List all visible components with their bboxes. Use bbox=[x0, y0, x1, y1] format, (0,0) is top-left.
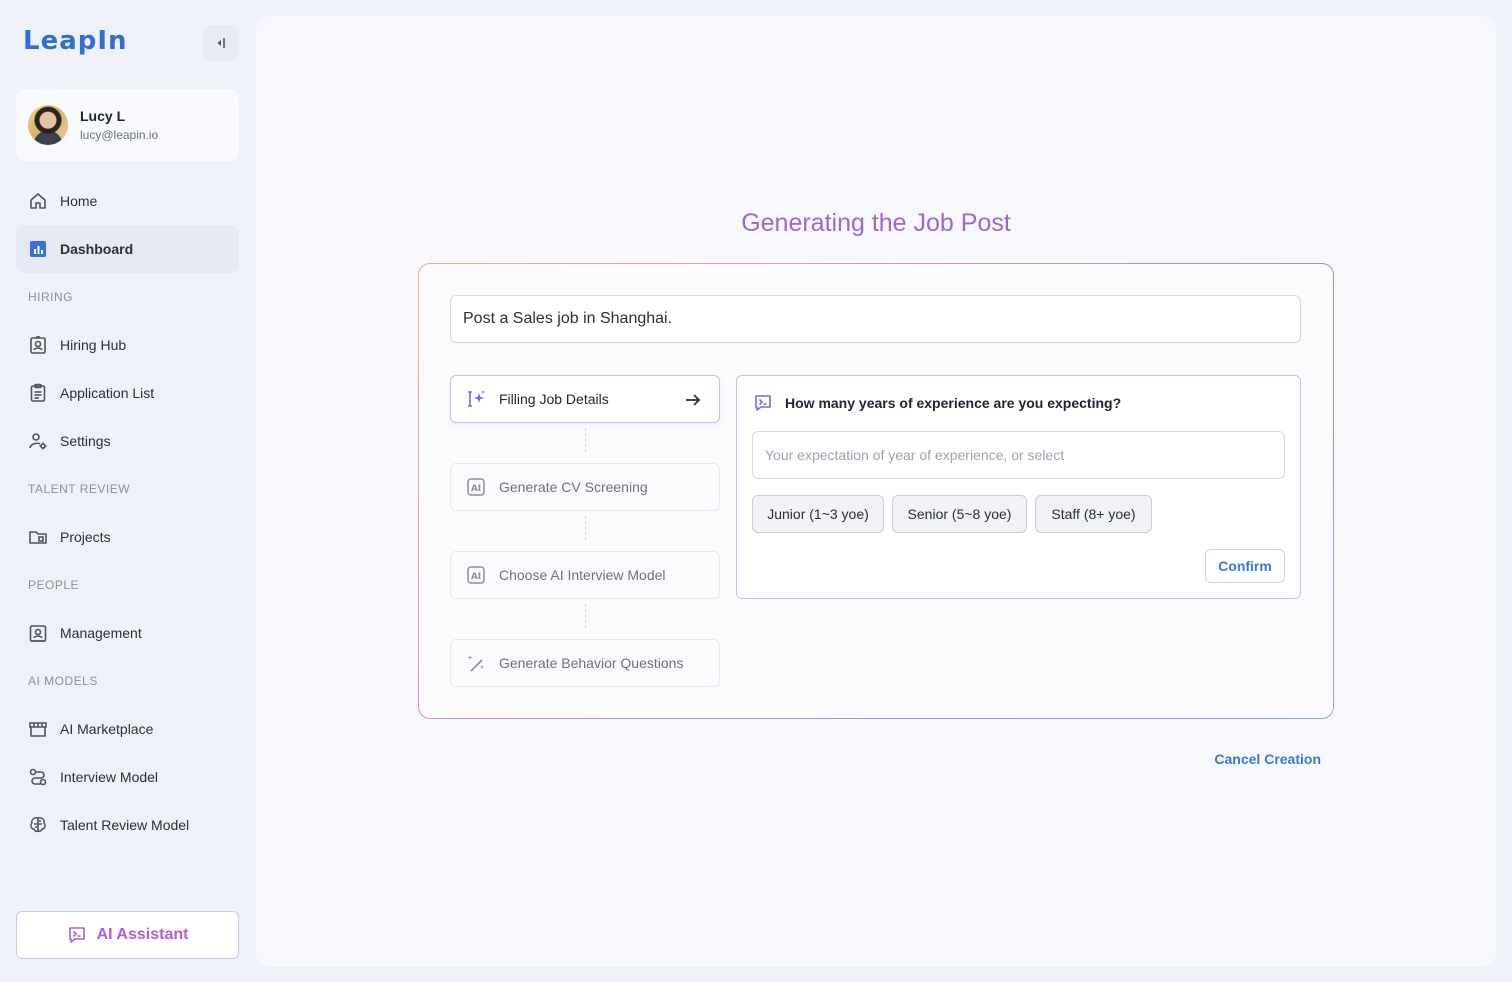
section-label-people: PEOPLE bbox=[28, 578, 80, 592]
clipboard-list-icon bbox=[28, 383, 48, 403]
step-generate-behavior-questions[interactable]: Generate Behavior Questions bbox=[450, 639, 720, 687]
section-label-ai-models: AI MODELS bbox=[28, 674, 98, 688]
nav-item-application-list[interactable]: Application List bbox=[16, 369, 239, 417]
avatar bbox=[28, 105, 68, 145]
nav-label-home: Home bbox=[60, 193, 98, 209]
user-profile-card[interactable]: Lucy L lucy@leapin.io bbox=[16, 89, 239, 161]
nav-item-dashboard[interactable]: Dashboard bbox=[16, 225, 239, 273]
nav-label-interview-model: Interview Model bbox=[60, 769, 159, 785]
step-connector bbox=[585, 428, 586, 452]
user-name: Lucy L bbox=[80, 108, 126, 124]
store-icon bbox=[28, 719, 48, 739]
page-title: Generating the Job Post bbox=[741, 209, 1011, 237]
nav-label-hiring-hub: Hiring Hub bbox=[60, 337, 127, 353]
experience-input[interactable]: Your expectation of year of experience, … bbox=[752, 431, 1285, 479]
step-generate-cv-screening[interactable]: AI Generate CV Screening bbox=[450, 463, 720, 511]
brain-icon bbox=[28, 815, 48, 835]
step-label: Generate Behavior Questions bbox=[499, 655, 684, 671]
user-settings-icon bbox=[28, 431, 48, 451]
option-staff-chip[interactable]: Staff (8+ yoe) bbox=[1035, 495, 1152, 533]
ai-badge-icon: AI bbox=[465, 476, 487, 498]
option-junior-chip[interactable]: Junior (1~3 yoe) bbox=[752, 495, 884, 533]
nav-label-talent-review-model: Talent Review Model bbox=[60, 817, 190, 833]
ai-assistant-button[interactable]: AI Assistant bbox=[16, 911, 239, 959]
main-content: Generating the Job Post Post a Sales job… bbox=[256, 16, 1496, 967]
chat-bot-icon bbox=[67, 925, 87, 945]
nav-item-interview-model[interactable]: Interview Model bbox=[16, 753, 239, 801]
question-text: How many years of experience are you exp… bbox=[785, 395, 1122, 411]
nav-label-settings: Settings bbox=[60, 433, 111, 449]
ai-assistant-label: AI Assistant bbox=[96, 926, 189, 943]
nav-item-management[interactable]: Management bbox=[16, 609, 239, 657]
question-panel: How many years of experience are you exp… bbox=[736, 375, 1301, 599]
step-label: Filling Job Details bbox=[499, 391, 609, 407]
magic-wand-icon bbox=[465, 652, 487, 674]
cancel-creation-link[interactable]: Cancel Creation bbox=[1211, 751, 1321, 767]
arrow-right-icon bbox=[686, 394, 701, 406]
nav-item-ai-marketplace[interactable]: AI Marketplace bbox=[16, 705, 239, 753]
question-header: How many years of experience are you exp… bbox=[753, 393, 1121, 413]
step-connector bbox=[585, 516, 586, 540]
svg-text:AI: AI bbox=[471, 484, 481, 494]
sidebar: LeapIn Lucy L lucy@leapin.io Home Dashbo… bbox=[0, 0, 256, 982]
route-icon bbox=[28, 767, 48, 787]
nav-label-management: Management bbox=[60, 625, 142, 641]
step-label: Generate CV Screening bbox=[499, 479, 648, 495]
step-label: Choose AI Interview Model bbox=[499, 567, 666, 583]
section-label-hiring: HIRING bbox=[28, 290, 73, 304]
nav-item-settings[interactable]: Settings bbox=[16, 417, 239, 465]
nav-label-projects: Projects bbox=[60, 529, 111, 545]
nav-label-dashboard: Dashboard bbox=[60, 241, 134, 257]
confirm-button[interactable]: Confirm bbox=[1205, 549, 1285, 583]
person-card-icon bbox=[28, 623, 48, 643]
nav-item-talent-review-model[interactable]: Talent Review Model bbox=[16, 801, 239, 849]
nav-item-hiring-hub[interactable]: Hiring Hub bbox=[16, 321, 239, 369]
home-icon bbox=[28, 191, 48, 211]
section-label-talent-review: TALENT REVIEW bbox=[28, 482, 131, 496]
id-badge-icon bbox=[28, 335, 48, 355]
step-filling-job-details[interactable]: Filling Job Details bbox=[450, 375, 720, 423]
app-logo[interactable]: LeapIn bbox=[23, 26, 128, 56]
step-choose-ai-interview-model[interactable]: AI Choose AI Interview Model bbox=[450, 551, 720, 599]
chat-bot-icon bbox=[753, 393, 773, 413]
svg-text:AI: AI bbox=[471, 572, 481, 582]
sparkle-cursor-icon bbox=[465, 388, 487, 410]
user-email: lucy@leapin.io bbox=[80, 128, 159, 142]
nav-item-projects[interactable]: Projects bbox=[16, 513, 239, 561]
dashboard-icon bbox=[28, 239, 48, 259]
job-prompt-input[interactable]: Post a Sales job in Shanghai. bbox=[450, 295, 1301, 343]
folder-icon bbox=[28, 527, 48, 547]
ai-badge-icon: AI bbox=[465, 564, 487, 586]
collapse-icon bbox=[217, 38, 225, 48]
job-post-generator-card: Post a Sales job in Shanghai. Filling Jo… bbox=[418, 263, 1334, 719]
step-connector bbox=[585, 604, 586, 628]
nav-label-ai-marketplace: AI Marketplace bbox=[60, 721, 154, 737]
nav-label-application-list: Application List bbox=[60, 385, 155, 401]
collapse-sidebar-button[interactable] bbox=[203, 25, 239, 61]
nav-item-home[interactable]: Home bbox=[16, 177, 239, 225]
option-senior-chip[interactable]: Senior (5~8 yoe) bbox=[892, 495, 1027, 533]
